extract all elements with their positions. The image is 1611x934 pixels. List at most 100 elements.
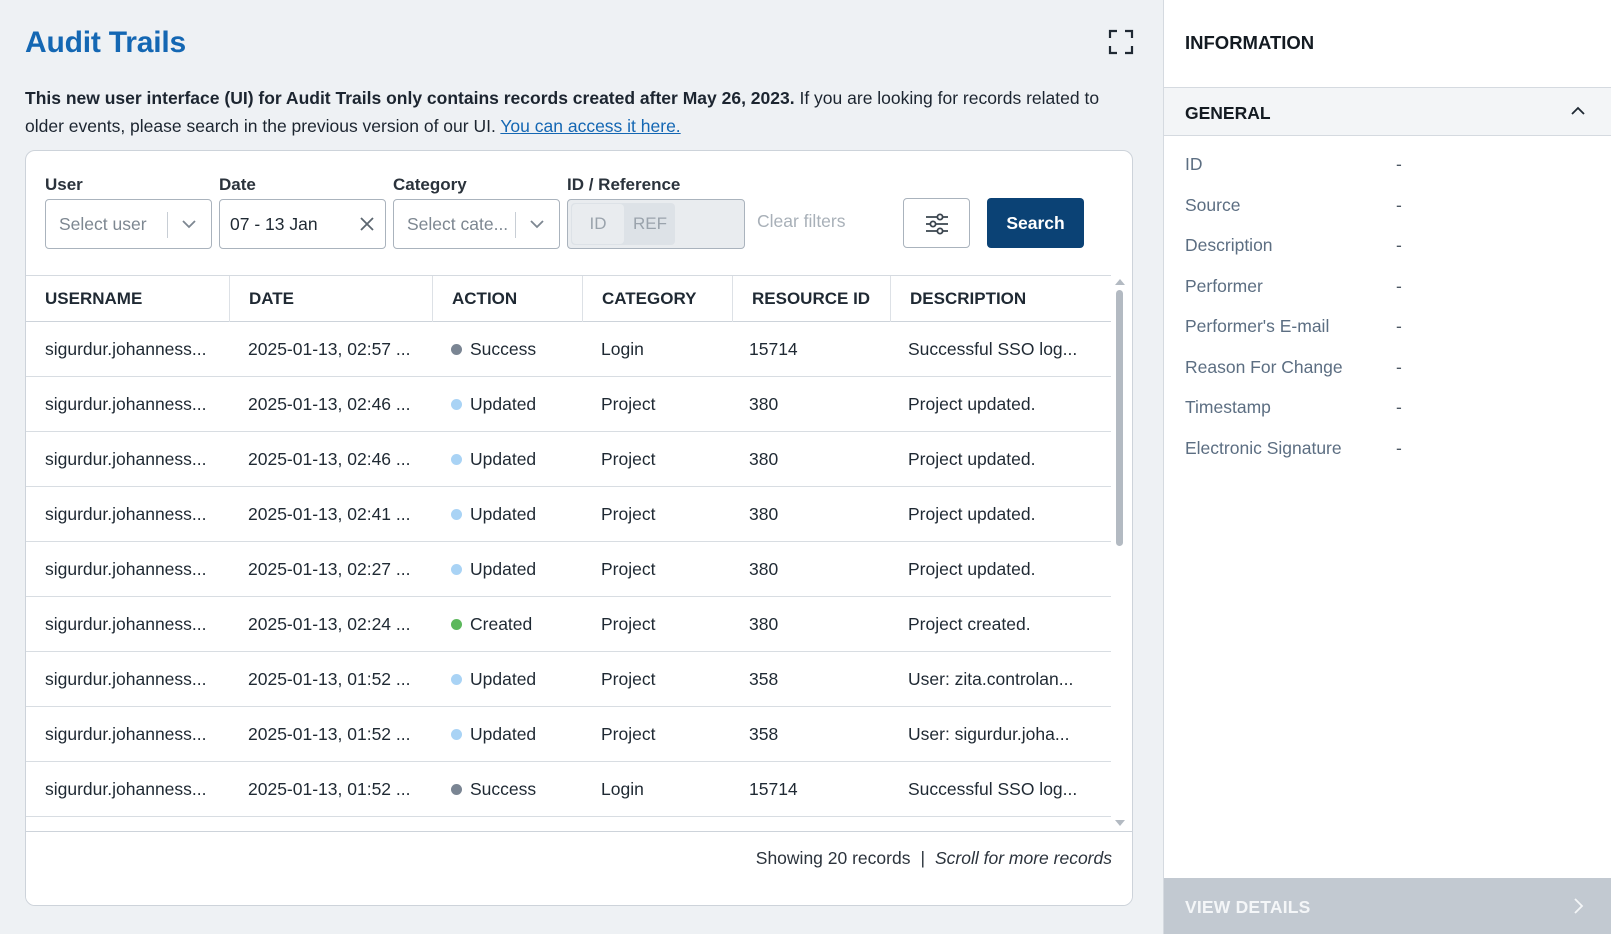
category-select[interactable]: Select cate... <box>393 199 560 249</box>
scroll-hint: Scroll for more records <box>935 848 1112 868</box>
status-dot-icon <box>451 784 462 795</box>
cell-description: Project updated. <box>908 559 1036 579</box>
audit-card: User Select user Date 07 - 13 Jan Catego… <box>25 150 1133 906</box>
cell-category: Project <box>601 504 656 524</box>
general-section-label: GENERAL <box>1185 103 1271 123</box>
cell-description: Successful SSO log... <box>908 779 1078 799</box>
info-field-label: Performer's E-mail <box>1185 316 1330 336</box>
cell-action: Updated <box>451 432 581 487</box>
chevron-up-icon[interactable] <box>1569 102 1587 120</box>
info-field: Description - <box>1185 235 1585 261</box>
cell-username: sigurdur.johanness... <box>45 779 207 799</box>
table-row[interactable]: sigurdur.johanness... 2025-01-13, 02:57 .… <box>26 322 1111 377</box>
cell-description: Project updated. <box>908 449 1036 469</box>
search-button[interactable]: Search <box>987 198 1084 248</box>
info-field: Performer - <box>1185 276 1585 302</box>
cell-username: sigurdur.johanness... <box>45 339 207 359</box>
table-scrollbar[interactable] <box>1113 275 1127 831</box>
table-row[interactable]: sigurdur.johanness... 2025-01-13, 01:52 .… <box>26 707 1111 762</box>
general-section-header[interactable]: GENERAL <box>1164 88 1611 136</box>
cell-resource-id: 380 <box>749 449 779 469</box>
cell-description: Project created. <box>908 614 1031 634</box>
chevron-down-icon[interactable] <box>527 214 547 234</box>
cell-date: 2025-01-13, 02:57 ... <box>248 339 411 359</box>
information-panel: INFORMATION GENERAL ID - Source - Descriptio… <box>1163 0 1611 934</box>
scroll-down-icon[interactable] <box>1115 820 1125 826</box>
action-label: Updated <box>470 669 537 689</box>
cell-category: Login <box>601 779 644 799</box>
idref-input[interactable]: ID REF <box>567 199 745 249</box>
info-field-value: - <box>1396 316 1402 336</box>
column-header-description[interactable]: DESCRIPTION <box>891 276 1111 322</box>
table-row[interactable]: sigurdur.johanness... 2025-01-13, 01:52 .… <box>26 652 1111 707</box>
info-field-label: Electronic Signature <box>1185 437 1342 458</box>
column-header-category[interactable]: CATEGORY <box>583 276 733 322</box>
cell-username: sigurdur.johanness... <box>45 614 207 634</box>
info-field: Timestamp - <box>1185 397 1585 423</box>
user-select-placeholder: Select user <box>59 214 147 234</box>
cell-action: Updated <box>451 487 581 542</box>
info-field-value: - <box>1396 356 1402 377</box>
info-field-value: - <box>1396 397 1402 417</box>
table-row[interactable]: sigurdur.johanness... 2025-01-13, 02:41 .… <box>26 487 1111 542</box>
status-dot-icon <box>451 509 462 520</box>
user-select[interactable]: Select user <box>45 199 212 249</box>
info-field-label: Timestamp <box>1185 397 1271 417</box>
clear-date-icon[interactable] <box>357 214 377 234</box>
table-row[interactable]: sigurdur.johanness... 2025-01-13, 02:24 .… <box>26 597 1111 652</box>
table-row[interactable]: sigurdur.johanness... 2025-01-13, 02:46 .… <box>26 432 1111 487</box>
view-details-button[interactable]: VIEW DETAILS <box>1164 878 1611 934</box>
chevron-down-icon[interactable] <box>179 214 199 234</box>
cell-category: Project <box>601 724 656 744</box>
info-field: Performer's E-mail - <box>1185 316 1585 342</box>
date-value: 07 - 13 Jan <box>230 214 318 234</box>
column-header-date[interactable]: DATE <box>230 276 433 322</box>
status-dot-icon <box>451 674 462 685</box>
info-field: Source - <box>1185 195 1585 221</box>
cell-action: Success <box>451 762 581 817</box>
column-header-username[interactable]: USERNAME <box>26 276 230 322</box>
idref-filter-label: ID / Reference <box>567 175 681 194</box>
cell-resource-id: 358 <box>749 724 779 744</box>
info-field-label: Description <box>1185 235 1273 255</box>
info-field-value: - <box>1396 437 1402 458</box>
clear-filters-button[interactable]: Clear filters <box>757 211 846 232</box>
action-label: Created <box>470 614 533 634</box>
cell-description: Project updated. <box>908 394 1036 414</box>
cell-username: sigurdur.johanness... <box>45 394 207 414</box>
table-header: USERNAME DATE ACTION CATEGORY RESOURCE I… <box>26 275 1111 322</box>
action-label: Updated <box>470 504 537 524</box>
date-picker[interactable]: 07 - 13 Jan <box>219 199 386 249</box>
table-row[interactable]: sigurdur.johanness... 2025-01-13, 02:27 .… <box>26 542 1111 597</box>
category-filter-label: Category <box>393 175 467 194</box>
ref-toggle-option[interactable]: REF <box>626 204 674 244</box>
status-dot-icon <box>451 454 462 465</box>
cell-action: Updated <box>451 542 581 597</box>
fullscreen-icon[interactable] <box>1108 29 1134 55</box>
action-label: Updated <box>470 449 537 469</box>
cell-category: Project <box>601 669 656 689</box>
notice-text: This new user interface (UI) for Audit T… <box>25 84 1135 140</box>
column-header-action[interactable]: ACTION <box>433 276 583 322</box>
cell-resource-id: 358 <box>749 669 779 689</box>
status-dot-icon <box>451 619 462 630</box>
old-ui-link[interactable]: You can access it here. <box>500 116 680 136</box>
cell-category: Project <box>601 614 656 634</box>
filter-settings-button[interactable] <box>903 198 970 248</box>
sliders-icon <box>926 213 948 235</box>
scroll-up-icon[interactable] <box>1115 279 1125 285</box>
column-header-resource-id[interactable]: RESOURCE ID <box>733 276 891 322</box>
scroll-thumb[interactable] <box>1116 290 1123 546</box>
cell-date: 2025-01-13, 02:24 ... <box>248 614 411 634</box>
date-filter-label: Date <box>219 175 256 194</box>
cell-date: 2025-01-13, 02:46 ... <box>248 394 411 414</box>
cell-action: Updated <box>451 377 581 432</box>
cell-resource-id: 15714 <box>749 339 798 359</box>
select-divider <box>515 212 516 238</box>
info-field-label: Performer <box>1185 275 1263 296</box>
table-row[interactable]: sigurdur.johanness... 2025-01-13, 02:46 .… <box>26 377 1111 432</box>
table-row[interactable]: sigurdur.johanness... 2025-01-13, 01:52 .… <box>26 762 1111 817</box>
cell-date: 2025-01-13, 02:41 ... <box>248 504 411 524</box>
cell-username: sigurdur.johanness... <box>45 669 207 689</box>
id-toggle-option[interactable]: ID <box>572 204 624 244</box>
